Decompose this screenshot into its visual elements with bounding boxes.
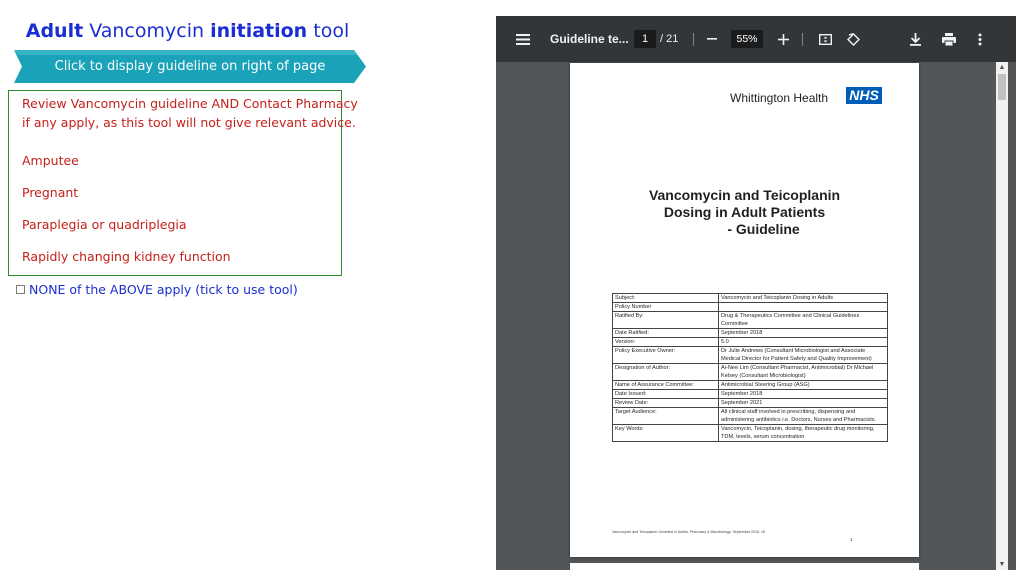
metadata-row: Review Date: September 2021	[612, 398, 888, 408]
hamburger-menu-icon[interactable]	[512, 16, 534, 62]
page-number: 1	[850, 537, 853, 542]
metadata-value: September 2018	[718, 328, 888, 338]
metadata-label: Review Date:	[612, 398, 719, 408]
download-icon[interactable]	[905, 16, 925, 62]
metadata-row: Subject: Vancomycin and Teicoplanin Dosin…	[612, 293, 888, 303]
heading-line-1: Vancomycin and Teicoplanin	[648, 187, 841, 203]
metadata-value: Vancomycin and Teicoplanin Dosing in Adu…	[718, 293, 888, 303]
metadata-row: Target Audience: All clinical staff invol…	[612, 407, 888, 425]
warning-line-2: if any apply, as this tool will not give…	[22, 115, 356, 130]
metadata-label: Designation of Author:	[612, 363, 719, 381]
fit-to-page-icon[interactable]	[815, 16, 835, 62]
heading-line-3: - Guideline	[727, 221, 800, 237]
metadata-label: Target Audience:	[612, 407, 719, 425]
metadata-label: Name of Assurance Committee:	[612, 380, 719, 390]
metadata-row: Policy Executive Owner: Dr Julie Andrews …	[612, 346, 888, 364]
metadata-row: Date Issued: September 2018	[612, 389, 888, 399]
metadata-value: Drug & Therapeutics Committee and Clinic…	[718, 311, 888, 329]
condition-paraplegia: Paraplegia or quadriplegia	[22, 217, 187, 232]
page-footer: Vancomycin and Teicoplanin Guideline in …	[612, 530, 765, 534]
print-icon[interactable]	[938, 16, 960, 62]
display-guideline-button[interactable]: Click to display guideline on right of p…	[14, 50, 366, 83]
metadata-row: Ratified By: Drug & Therapeutics Committe…	[612, 311, 888, 329]
metadata-row: Designation of Author: Ai-Nee Lim (Consul…	[612, 363, 888, 381]
none-apply-label[interactable]: NONE of the ABOVE apply (tick to use too…	[29, 282, 298, 297]
metadata-label: Date Ratified:	[612, 328, 719, 338]
condition-amputee: Amputee	[22, 153, 79, 168]
metadata-row: Name of Assurance Committee: Antimicrobia…	[612, 380, 888, 390]
pdf-viewer: Guideline te... 1 / 21 55% Whittington H…	[496, 16, 1016, 570]
minus-icon[interactable]	[702, 16, 722, 62]
metadata-row: Policy Number	[612, 302, 888, 312]
tool-title: Adult Vancomycin initiation tool	[0, 20, 375, 42]
contraindication-box: Review Vancomycin guideline AND Contact …	[8, 90, 358, 276]
none-apply-row[interactable]: NONE of the ABOVE apply (tick to use too…	[16, 282, 298, 297]
scrollbar-thumb[interactable]	[998, 74, 1006, 100]
rotate-icon[interactable]	[843, 16, 863, 62]
pdf-page-1: Whittington Health NHS Vancomycin and Te…	[570, 63, 919, 557]
scroll-down-icon[interactable]: ▼	[996, 560, 1008, 570]
none-apply-checkbox[interactable]	[16, 285, 25, 294]
metadata-value: Dr Julie Andrews (Consultant Microbiolog…	[718, 346, 888, 364]
nhs-logo: NHS	[846, 87, 882, 104]
title-tool: tool	[307, 20, 350, 42]
zoom-level-input[interactable]: 55%	[731, 30, 763, 48]
title-adult: Adult	[25, 20, 84, 42]
banner-label: Click to display guideline on right of p…	[54, 59, 326, 74]
metadata-value: Antimicrobial Steering Group (ASG)	[718, 380, 888, 390]
metadata-value: Ai-Nee Lim (Consultant Pharmacist, Antim…	[718, 363, 888, 381]
page-total: / 21	[660, 33, 679, 45]
metadata-value: Vancomycin, Teicoplanin, dosing, therape…	[718, 424, 888, 442]
metadata-value	[718, 302, 888, 312]
warning-line-1: Review Vancomycin guideline AND Contact …	[22, 96, 358, 111]
metadata-label: Date Issued:	[612, 389, 719, 399]
title-initiation: initiation	[210, 20, 308, 42]
scrollbar[interactable]: ▲ ▼	[996, 62, 1008, 570]
document-title: Guideline te...	[550, 32, 629, 46]
document-heading: Vancomycin and Teicoplanin Dosing in Adu…	[570, 187, 919, 238]
metadata-label: Subject:	[612, 293, 719, 303]
metadata-row: Date Ratified: September 2018	[612, 328, 888, 338]
more-vert-icon[interactable]	[972, 16, 988, 62]
metadata-value: September 2021	[718, 398, 888, 408]
divider	[693, 33, 694, 46]
metadata-row: Version: 5.0	[612, 337, 888, 347]
divider	[802, 33, 803, 46]
heading-line-2: Dosing in Adult Patients	[663, 204, 826, 220]
metadata-label: Key Words:	[612, 424, 719, 442]
pdf-page-2	[570, 563, 919, 570]
organisation-name: Whittington Health	[730, 91, 829, 105]
metadata-label: Ratified By:	[612, 311, 719, 329]
plus-icon[interactable]	[773, 16, 793, 62]
metadata-label: Policy Number	[612, 302, 719, 312]
metadata-value: 5.0	[718, 337, 888, 347]
condition-kidney: Rapidly changing kidney function	[22, 249, 231, 264]
pdf-toolbar: Guideline te... 1 / 21 55%	[496, 16, 1016, 62]
condition-pregnant: Pregnant	[22, 185, 79, 200]
metadata-label: Version:	[612, 337, 719, 347]
metadata-value: September 2018	[718, 389, 888, 399]
scroll-up-icon[interactable]: ▲	[996, 63, 1008, 73]
title-vancomycin: Vancomycin	[83, 20, 211, 42]
document-metadata-table: Subject: Vancomycin and Teicoplanin Dosin…	[612, 293, 888, 442]
metadata-row: Key Words: Vancomycin, Teicoplanin, dosin…	[612, 424, 888, 442]
page-number-input[interactable]: 1	[634, 30, 656, 48]
metadata-label: Policy Executive Owner:	[612, 346, 719, 364]
metadata-value: All clinical staff involved in prescribi…	[718, 407, 888, 425]
